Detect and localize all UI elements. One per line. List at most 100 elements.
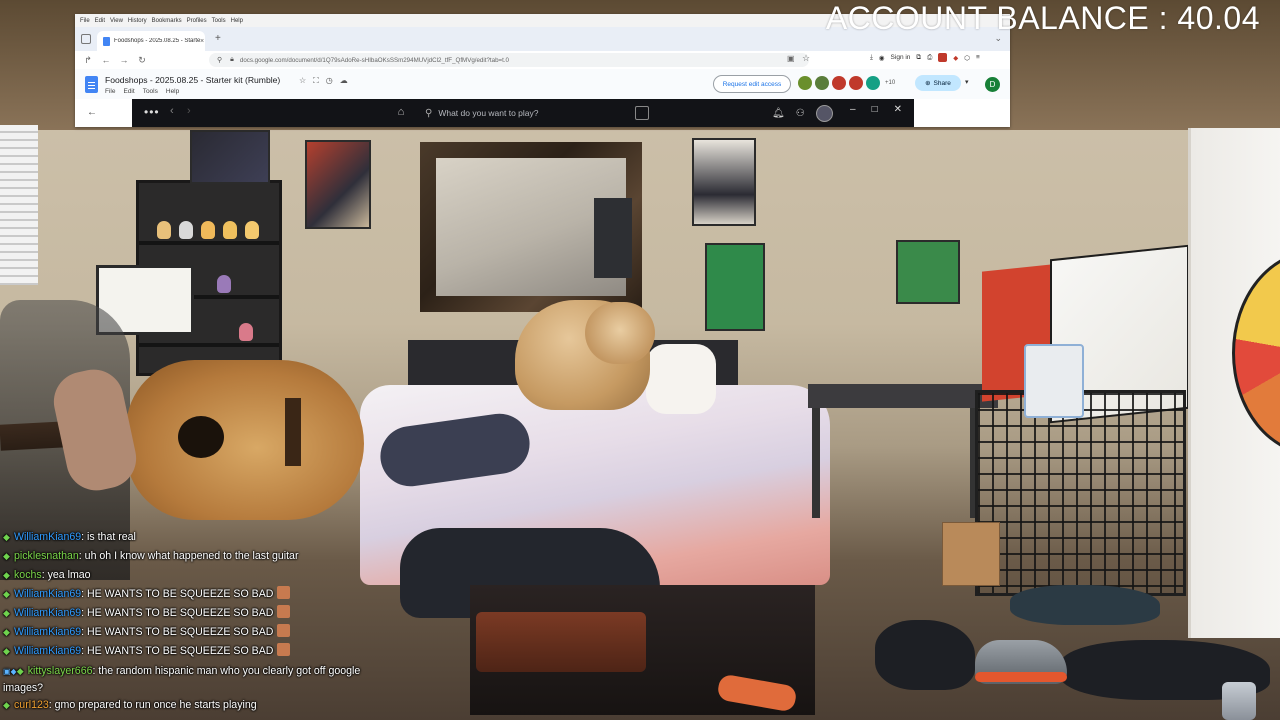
chat-username[interactable]: WilliamKian69 (14, 588, 81, 600)
collaborator-avatar[interactable] (849, 76, 863, 90)
guitar-body (126, 360, 364, 520)
chat-text: : HE WANTS TO BE SQUEEZE SO BAD (81, 607, 274, 619)
document-title[interactable]: Foodshops - 2025.08.25 - Starter kit (Ru… (105, 75, 280, 85)
chat-username[interactable]: WilliamKian69 (14, 531, 81, 543)
new-tab-button[interactable]: + (215, 33, 221, 44)
figurine (223, 221, 237, 239)
forward-icon[interactable]: › (187, 105, 191, 117)
more-options-icon[interactable]: ••• (144, 105, 160, 119)
chat-text: : is that real (81, 531, 136, 543)
ublock-icon[interactable]: ⬡ (964, 54, 970, 62)
tab-actions-icon[interactable] (81, 34, 91, 44)
share-label: Share (933, 79, 951, 87)
figurine (157, 221, 171, 239)
tab-foodshops[interactable]: Foodshops - 2025.08.25 - Starte × (97, 31, 205, 51)
collaborator-avatar[interactable] (866, 76, 880, 90)
chat-message: ◆ curl123: gmo prepared to run once he st… (0, 696, 392, 715)
home-icon[interactable]: ⌂ (394, 106, 408, 120)
reader-icon[interactable]: ▣ (787, 54, 795, 63)
google-docs-logo-icon[interactable] (85, 76, 98, 93)
chat-message: ◆ WilliamKian69: HE WANTS TO BE SQUEEZE S… (0, 623, 392, 642)
back-icon[interactable]: ← (101, 55, 111, 65)
menu-profiles[interactable]: Profiles (187, 18, 207, 24)
chat-badge-icon: ◆ (16, 666, 24, 676)
profile-avatar[interactable] (815, 105, 833, 122)
maximize-icon[interactable]: □ (872, 104, 878, 115)
docs-menu-file[interactable]: File (105, 88, 115, 95)
site-info-icon[interactable]: ⚲ (217, 56, 222, 64)
chat-message: ◆ picklesnathan: uh oh I know what happen… (0, 547, 392, 566)
docs-header: Foodshops - 2025.08.25 - Starter kit (Ru… (75, 69, 1010, 99)
chat-username[interactable]: WilliamKian69 (14, 626, 81, 638)
menu-help[interactable]: Help (231, 18, 243, 24)
friends-icon[interactable]: ⚇ (796, 108, 805, 119)
menu-bookmarks[interactable]: Bookmarks (152, 18, 182, 24)
account-icon[interactable]: ◉ (879, 54, 885, 62)
chat-badge-icon: ◆ (3, 627, 10, 637)
download-icon[interactable]: ⤓ (870, 54, 873, 62)
share-button[interactable]: ⊕ Share (915, 75, 961, 91)
star-icon[interactable]: ☆ (299, 76, 306, 86)
chat-username[interactable]: WilliamKian69 (14, 645, 81, 657)
tab-title: Foodshops - 2025.08.25 - Starte (114, 38, 200, 44)
guitar-soundhole (178, 416, 224, 458)
history-icon[interactable]: ◷ (326, 76, 333, 86)
anime-poster (190, 130, 270, 184)
chat-badge-icon: ◆ (3, 608, 10, 618)
nav-bar: ↱ ← → ↻ ⚲ 🔒︎ docs.google.com/document/d/… (75, 51, 1010, 69)
chat-username[interactable]: curl123 (14, 699, 49, 711)
user-badges-icon: ▣◆ (3, 667, 17, 676)
extension-icon[interactable] (938, 53, 948, 62)
more-collaborators-count[interactable]: +10 (885, 80, 895, 86)
shelf-board (139, 343, 279, 347)
menu-icon[interactable]: ≡ (976, 54, 980, 61)
library-icon[interactable]: ⎙ (927, 54, 932, 62)
menu-view[interactable]: View (110, 18, 123, 24)
can (1222, 682, 1256, 720)
close-icon[interactable]: ✕ (894, 104, 902, 115)
tab-close-icon[interactable]: × (200, 38, 204, 45)
chat-username[interactable]: kittyslayer666 (28, 665, 93, 677)
browse-icon[interactable] (635, 106, 649, 120)
sidebar-toggle-icon[interactable]: ↱ (83, 55, 93, 66)
extension-icon[interactable]: ◆ (953, 54, 958, 62)
menu-tools[interactable]: Tools (212, 18, 226, 24)
figurine (239, 323, 253, 341)
bookmark-star-icon[interactable]: ☆ (802, 53, 810, 64)
chat-username[interactable]: picklesnathan (14, 550, 79, 562)
sign-in-link[interactable]: Sign in (891, 54, 911, 61)
bell-icon[interactable]: 🔔︎ (772, 108, 785, 119)
window-controls: – □ ✕ (850, 104, 902, 115)
window-blinds (0, 125, 38, 285)
cloud-status-icon[interactable]: ☁ (340, 76, 348, 86)
address-bar[interactable]: ⚲ 🔒︎ docs.google.com/document/d/1Q79sAdo… (209, 53, 809, 67)
reload-icon[interactable]: ↻ (137, 55, 147, 66)
search-input[interactable]: ⚲ What do you want to play? (417, 103, 652, 123)
docs-menu-help[interactable]: Help (166, 88, 179, 95)
collaborator-avatar[interactable] (798, 76, 812, 90)
collaborator-avatar[interactable] (815, 76, 829, 90)
guitar-bridge (285, 398, 301, 466)
extensions-icon[interactable]: ⧉ (916, 54, 921, 62)
menu-edit[interactable]: Edit (95, 18, 105, 24)
chat-username[interactable]: WilliamKian69 (14, 607, 81, 619)
back-icon[interactable]: ‹ (170, 105, 174, 117)
docs-menu-edit[interactable]: Edit (123, 88, 134, 95)
user-avatar[interactable]: D (985, 77, 1000, 92)
menu-file[interactable]: File (80, 18, 90, 24)
share-dropdown-icon[interactable]: ▾ (965, 78, 969, 86)
back-arrow-icon[interactable]: ← (87, 107, 97, 118)
move-icon[interactable]: ⛶ (313, 76, 319, 86)
forward-icon[interactable]: → (119, 55, 129, 65)
menu-history[interactable]: History (128, 18, 147, 24)
docs-menu-tools[interactable]: Tools (143, 88, 158, 95)
collaborator-avatar[interactable] (832, 76, 846, 90)
chat-emote-icon (277, 643, 291, 656)
chat-username[interactable]: kochs (14, 569, 42, 581)
nav-right-tools: ⤓ ◉ Sign in ⧉ ⎙ ◆ ⬡ ≡ (870, 53, 980, 62)
pillow (646, 344, 716, 414)
chat-text: : uh oh I know what happened to the last… (78, 550, 299, 562)
mirror-glass (436, 158, 632, 296)
request-edit-access-button[interactable]: Request edit access (713, 75, 791, 93)
minimize-icon[interactable]: – (850, 104, 856, 115)
